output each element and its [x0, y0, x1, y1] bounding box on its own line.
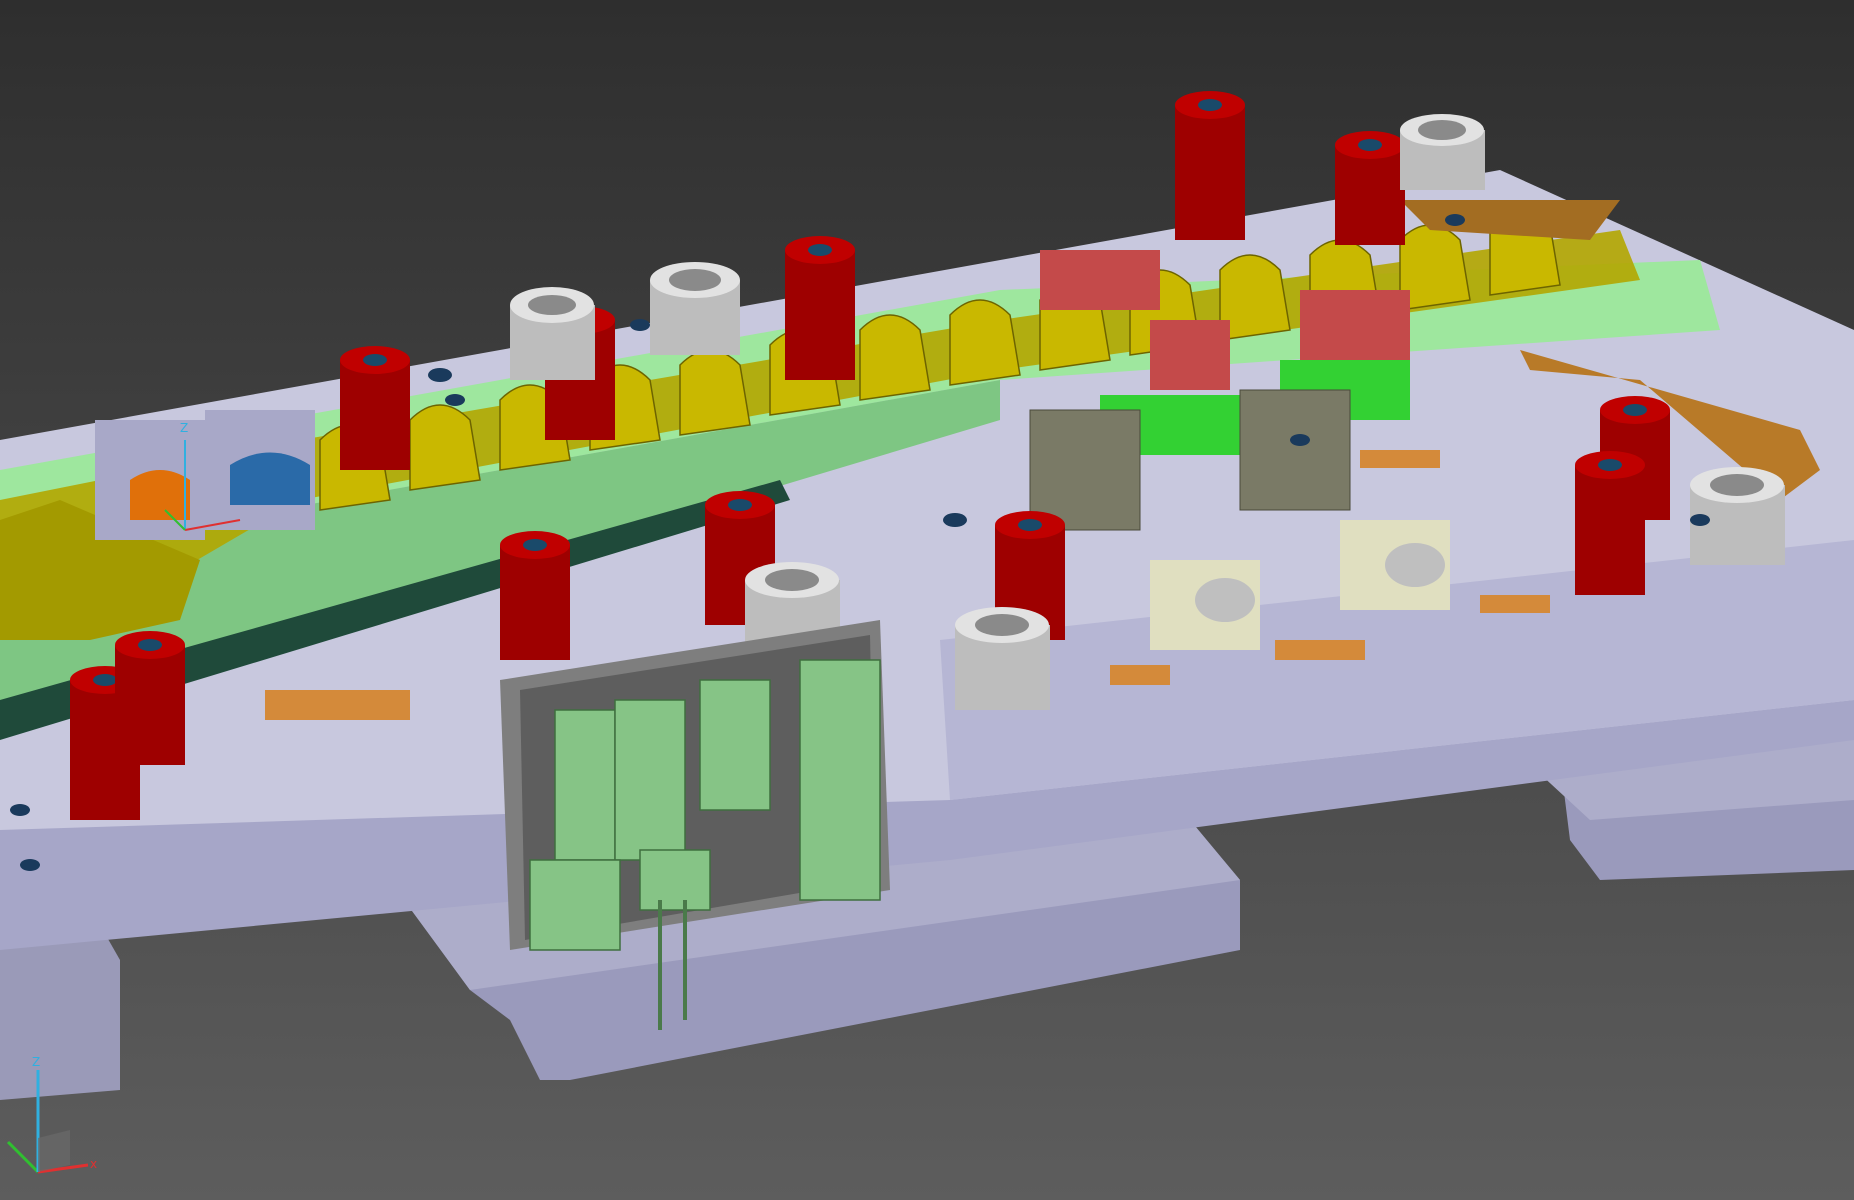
local-csys-icon: Z [164, 421, 241, 531]
local-x-axis [184, 519, 241, 531]
cad-3d-viewport[interactable]: Z x Z [0, 0, 1854, 1200]
local-y-axis [164, 509, 186, 531]
local-z-label: Z [180, 421, 188, 435]
